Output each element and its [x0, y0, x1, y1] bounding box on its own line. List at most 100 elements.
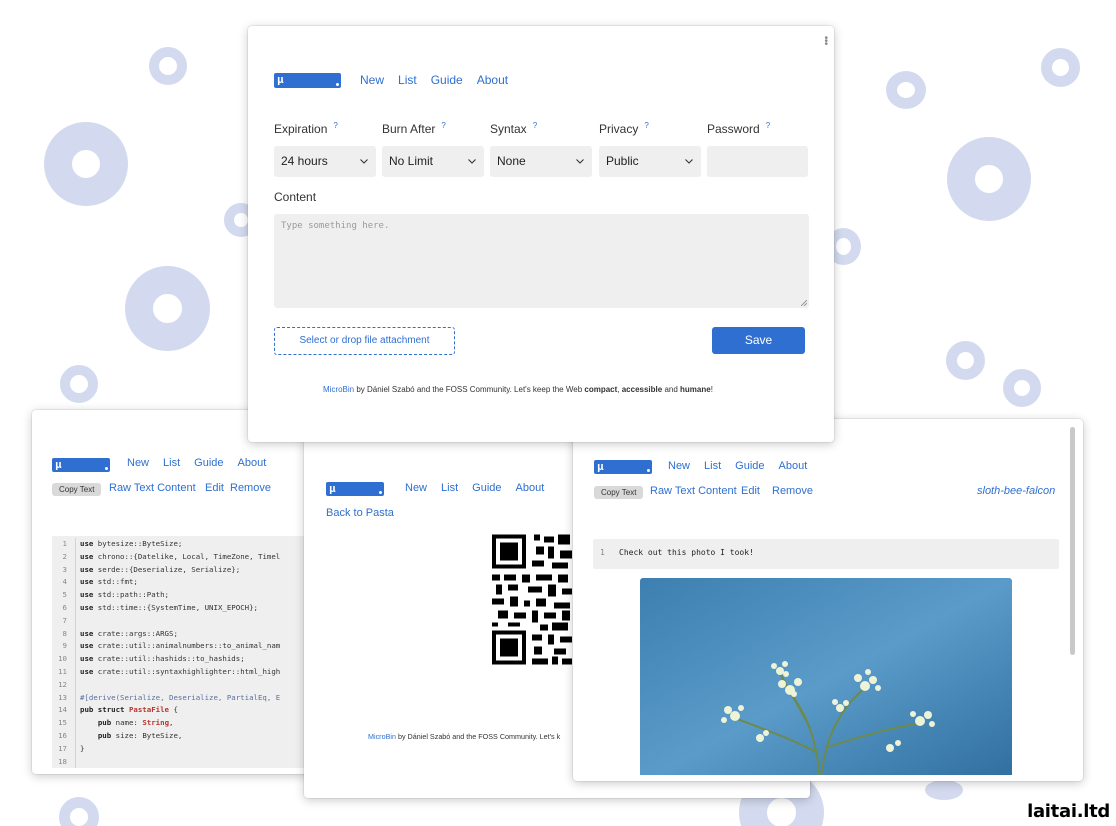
- chevron-down-icon: [685, 159, 693, 164]
- microbin-logo[interactable]: µ: [274, 73, 341, 88]
- line-number: 11: [52, 665, 76, 679]
- remove-link[interactable]: Remove: [772, 485, 813, 497]
- nav-new-link[interactable]: New: [360, 73, 384, 87]
- watermark-text: laitai.ltd: [1027, 801, 1110, 822]
- raw-text-link[interactable]: Raw Text Content: [109, 482, 196, 494]
- line-number: 12: [52, 678, 76, 692]
- line-number: 13: [52, 691, 76, 705]
- nav-guide-link[interactable]: Guide: [472, 482, 501, 494]
- photo-pasta-window: µ New List Guide About Copy Text Raw Tex…: [573, 419, 1083, 781]
- microbin-footer-link[interactable]: MicroBin: [368, 732, 396, 741]
- nav-about-link[interactable]: About: [477, 73, 508, 87]
- line-number: 18: [52, 755, 76, 768]
- save-button[interactable]: Save: [712, 327, 805, 354]
- code-text: pub size: ByteSize,: [97, 730, 183, 740]
- code-text: use std::fmt;: [80, 577, 138, 587]
- nav-new-link[interactable]: New: [668, 460, 690, 472]
- edit-link[interactable]: Edit: [205, 482, 224, 494]
- code-pasta-window: µ New List Guide About Copy Text Raw Tex…: [32, 410, 332, 774]
- expiration-select[interactable]: 24 hours: [274, 146, 376, 177]
- decor-ring: [946, 341, 985, 380]
- code-line: 11 use crate::util::syntaxhighlighter::ht…: [52, 665, 326, 679]
- privacy-label: Privacy?: [599, 121, 649, 136]
- resize-grip-icon[interactable]: [801, 300, 807, 306]
- copy-text-button[interactable]: Copy Text: [594, 486, 644, 499]
- code-text: use chrono::{Datelike, Local, TimeZone, …: [80, 551, 281, 561]
- raw-text-link[interactable]: Raw Text Content: [650, 485, 737, 497]
- code-line: 7: [52, 614, 326, 628]
- nav-about-link[interactable]: About: [779, 460, 808, 472]
- nav-list-link[interactable]: List: [704, 460, 721, 472]
- nav-list-link[interactable]: List: [163, 457, 180, 469]
- code-text: use crate::util::animalnumbers::to_anima…: [80, 641, 281, 651]
- code-line: 10 use crate::util::hashids::to_hashids;: [52, 653, 326, 666]
- nav-about-link[interactable]: About: [238, 457, 267, 469]
- content-textarea[interactable]: Type something here.: [274, 214, 809, 308]
- content-text: Check out this photo I took!: [619, 548, 754, 557]
- nav-guide-link[interactable]: Guide: [194, 457, 223, 469]
- password-help-icon[interactable]: ?: [766, 121, 770, 130]
- nav-guide-link[interactable]: Guide: [735, 460, 764, 472]
- chevron-down-icon: [468, 159, 476, 164]
- footer-credits: MicroBin by Dániel Szabó and the FOSS Co…: [368, 732, 561, 741]
- chevron-down-icon: [576, 159, 584, 164]
- code-text: pub name: String,: [97, 718, 174, 728]
- nav-list-link[interactable]: List: [441, 482, 458, 494]
- privacy-help-icon[interactable]: ?: [644, 121, 648, 130]
- chevron-down-icon: [360, 159, 368, 164]
- burn-after-label: Burn After?: [382, 121, 446, 136]
- line-number: 16: [52, 729, 76, 743]
- line-number: 7: [52, 614, 76, 628]
- decor-ring: [947, 137, 1031, 221]
- code-line: 8 use crate::args::ARGS;: [52, 627, 326, 641]
- footer-credits: MicroBin by Dániel Szabó and the FOSS Co…: [323, 385, 713, 394]
- syntax-label: Syntax?: [490, 121, 538, 136]
- scrollbar[interactable]: [1070, 427, 1075, 655]
- line-number: 5: [52, 589, 76, 602]
- code-line: 18: [52, 755, 326, 768]
- syntax-help-icon[interactable]: ?: [533, 121, 537, 130]
- remove-link[interactable]: Remove: [230, 482, 271, 494]
- nav-guide-link[interactable]: Guide: [431, 73, 463, 87]
- line-number: 15: [52, 717, 76, 730]
- copy-text-button[interactable]: Copy Text: [52, 483, 102, 496]
- privacy-select[interactable]: Public: [599, 146, 701, 177]
- code-line: 13 #[derive(Serialize, Deserialize, Parti…: [52, 691, 326, 705]
- nav-about-link[interactable]: About: [516, 482, 545, 494]
- nav-list-link[interactable]: List: [398, 73, 417, 87]
- code-line: 5 use std::path::Path;: [52, 589, 326, 602]
- line-number: 17: [52, 742, 76, 756]
- code-text: use crate::util::hashids::to_hashids;: [80, 654, 245, 664]
- code-text: use bytesize::ByteSize;: [80, 539, 183, 548]
- code-text: use serde::{Deserialize, Serialize};: [80, 564, 241, 574]
- code-line: 9 use crate::util::animalnumbers::to_anim…: [52, 640, 326, 654]
- code-line: 16 pub size: ByteSize,: [52, 729, 326, 743]
- code-text: use std::path::Path;: [80, 590, 170, 600]
- window-menu-dots[interactable]: • • •: [824, 34, 828, 50]
- decor-ring: [44, 122, 128, 206]
- code-text: use crate::args::ARGS;: [80, 628, 178, 638]
- line-number: 6: [52, 601, 76, 615]
- attached-photo: [640, 578, 1012, 775]
- file-attachment-button[interactable]: Select or drop file attachment: [274, 327, 455, 355]
- microbin-logo[interactable]: µ: [594, 460, 652, 474]
- code-block: 1 use bytesize::ByteSize; 2 use chrono::{Da…: [52, 536, 326, 768]
- line-number: 9: [52, 640, 76, 654]
- nav-new-link[interactable]: New: [405, 482, 427, 494]
- edit-link[interactable]: Edit: [741, 485, 760, 497]
- nav-new-link[interactable]: New: [127, 457, 149, 469]
- microbin-footer-link[interactable]: MicroBin: [323, 385, 354, 394]
- line-number: 4: [52, 576, 76, 590]
- expiration-help-icon[interactable]: ?: [333, 121, 337, 130]
- top-nav: New List Guide About: [127, 457, 266, 469]
- burn-after-select[interactable]: No Limit: [382, 146, 484, 177]
- decor-ring: [59, 797, 99, 826]
- decor-ring: [60, 365, 98, 403]
- burn-after-help-icon[interactable]: ?: [441, 121, 445, 130]
- line-number: 14: [52, 704, 76, 718]
- back-to-pasta-link[interactable]: Back to Pasta: [326, 507, 394, 519]
- microbin-logo[interactable]: µ: [326, 482, 384, 496]
- microbin-logo[interactable]: µ: [52, 458, 110, 472]
- syntax-select[interactable]: None: [490, 146, 592, 177]
- password-input[interactable]: [707, 146, 808, 177]
